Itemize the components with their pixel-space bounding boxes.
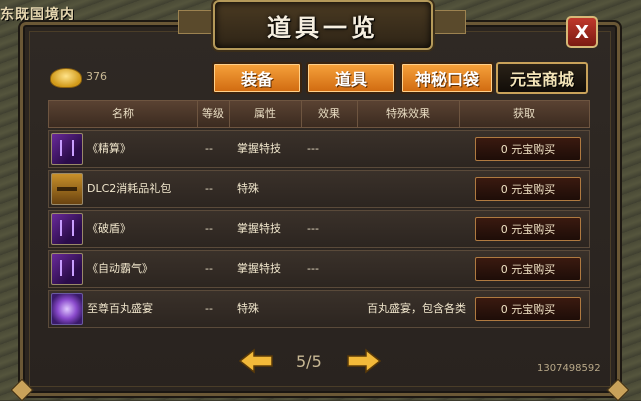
buy-button[interactable]: 0 元宝购买 xyxy=(475,177,581,201)
buy-button[interactable]: 0 元宝购买 xyxy=(475,297,581,321)
item-level: -- xyxy=(205,182,213,195)
buy-label: 0 元宝购买 xyxy=(500,183,556,196)
tab-items[interactable]: 道具 xyxy=(306,62,396,94)
skill-book-icon xyxy=(51,253,83,285)
arrow-left-icon xyxy=(238,348,273,374)
table-row: 《自动霸气》 -- 掌握特技 --- 0 元宝购买 xyxy=(48,250,590,288)
header-name: 名称 xyxy=(49,101,198,127)
tab-label: 道具 xyxy=(334,70,367,89)
buy-label: 0 元宝购买 xyxy=(500,263,556,276)
gold-ingot-icon xyxy=(50,68,82,88)
buy-button[interactable]: 0 元宝购买 xyxy=(475,257,581,281)
item-name: 至尊百丸盛宴 xyxy=(87,302,153,315)
player-id: 1307498592 xyxy=(537,363,601,374)
close-icon: X xyxy=(575,21,589,43)
tab-label: 装备 xyxy=(240,70,273,89)
item-effect: --- xyxy=(307,222,319,235)
close-button[interactable]: X xyxy=(566,16,598,48)
tab-label: 元宝商城 xyxy=(509,70,574,89)
item-effect xyxy=(307,291,355,327)
next-page-button[interactable] xyxy=(346,348,382,374)
table-row: 《破盾》 -- 掌握特技 --- 0 元宝购买 xyxy=(48,210,590,248)
header-level: 等级 xyxy=(197,101,230,127)
item-special-effect xyxy=(367,171,471,207)
item-special-effect: 百丸盛宴，包含各类 xyxy=(367,302,466,315)
skill-book-icon xyxy=(51,213,83,245)
item-attribute: 掌握特技 xyxy=(237,142,281,155)
item-level: -- xyxy=(205,222,213,235)
item-effect xyxy=(307,171,355,207)
panel-title: 道具一览 xyxy=(267,13,379,42)
item-name: 《破盾》 xyxy=(87,222,131,235)
item-name: 《精算》 xyxy=(87,142,131,155)
buy-label: 0 元宝购买 xyxy=(500,143,556,156)
purple-orb-icon xyxy=(51,293,83,325)
item-name: DLC2消耗品礼包 xyxy=(87,182,172,195)
item-table: 名称 等级 属性 效果 特殊效果 获取 《精算》 -- 掌握特技 --- 0 元… xyxy=(48,100,590,328)
table-row: 《精算》 -- 掌握特技 --- 0 元宝购买 xyxy=(48,130,590,168)
item-special-effect xyxy=(367,251,471,287)
page-indicator: 5/5 xyxy=(296,352,322,371)
table-row: 至尊百丸盛宴 -- 特殊 百丸盛宴，包含各类 0 元宝购买 xyxy=(48,290,590,328)
item-effect: --- xyxy=(307,262,319,275)
item-effect: --- xyxy=(307,142,319,155)
buy-label: 0 元宝购买 xyxy=(500,223,556,236)
tab-equipment[interactable]: 装备 xyxy=(212,62,302,94)
prev-page-button[interactable] xyxy=(238,348,274,374)
item-level: -- xyxy=(205,262,213,275)
buy-button[interactable]: 0 元宝购买 xyxy=(475,137,581,161)
skill-book-icon xyxy=(51,133,83,165)
item-attribute: 特殊 xyxy=(237,182,259,195)
item-level: -- xyxy=(205,302,213,315)
table-header: 名称 等级 属性 效果 特殊效果 获取 xyxy=(48,100,590,128)
table-row: DLC2消耗品礼包 -- 特殊 0 元宝购买 xyxy=(48,170,590,208)
arrow-right-icon xyxy=(347,348,382,374)
item-level: -- xyxy=(205,142,213,155)
gold-amount: 376 xyxy=(86,70,107,83)
header-effect: 效果 xyxy=(301,101,358,127)
tab-mystery-bag[interactable]: 神秘口袋 xyxy=(400,62,494,94)
buy-button[interactable]: 0 元宝购买 xyxy=(475,217,581,241)
header-attribute: 属性 xyxy=(229,101,302,127)
title-plate: 道具一览 xyxy=(213,0,433,50)
treasure-chest-icon xyxy=(51,173,83,205)
tab-ingot-shop[interactable]: 元宝商城 xyxy=(496,62,588,94)
item-name: 《自动霸气》 xyxy=(87,262,153,275)
tab-label: 神秘口袋 xyxy=(414,70,479,89)
item-attribute: 掌握特技 xyxy=(237,222,281,235)
item-special-effect xyxy=(367,131,471,167)
item-attribute: 特殊 xyxy=(237,302,259,315)
item-special-effect xyxy=(367,211,471,247)
buy-label: 0 元宝购买 xyxy=(500,303,556,316)
header-obtain: 获取 xyxy=(513,107,535,120)
header-special-effect: 特殊效果 xyxy=(357,101,460,127)
item-attribute: 掌握特技 xyxy=(237,262,281,275)
